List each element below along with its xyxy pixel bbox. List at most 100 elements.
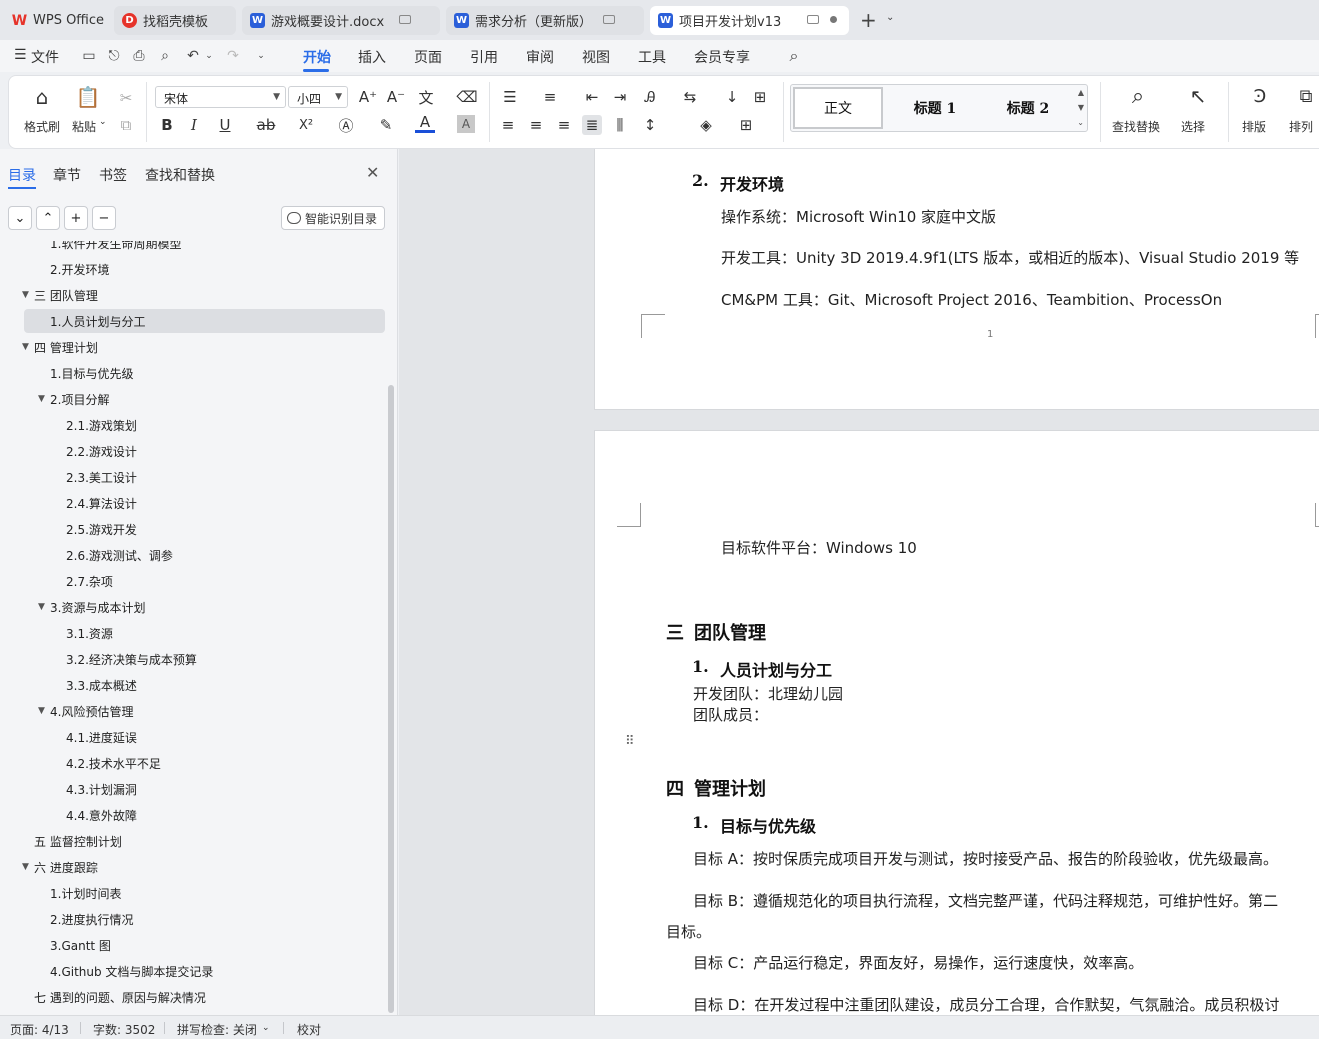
increase-font-size-icon[interactable]: A⁺: [358, 87, 378, 107]
page-indicator[interactable]: 页面: 4/13: [10, 1021, 69, 1038]
tab-toc[interactable]: 目录: [8, 165, 36, 185]
menu-reference[interactable]: 引用: [470, 47, 498, 67]
expand-toggle-icon[interactable]: ▼: [38, 394, 45, 404]
font-color-button[interactable]: A: [415, 113, 435, 133]
toc-item[interactable]: 3.3.成本概述: [24, 673, 385, 697]
expand-toggle-icon[interactable]: ▼: [22, 342, 29, 352]
tab-bookmarks[interactable]: 书签: [99, 165, 127, 185]
layout-label[interactable]: 排版: [1242, 118, 1266, 135]
body-text-cm-pm[interactable]: CM&PM 工具：Git、Microsoft Project 2016、Team…: [721, 289, 1222, 310]
style-heading-2[interactable]: 标题 2: [983, 85, 1073, 131]
sidebar-scrollbar[interactable]: [388, 385, 394, 1013]
body-text-tools[interactable]: 开发工具：Unity 3D 2019.4.9f1(LTS 版本，或相近的版本)、…: [721, 247, 1299, 268]
justify-icon[interactable]: ≣: [582, 115, 602, 135]
expand-toggle-icon[interactable]: ▼: [22, 862, 29, 872]
chevron-down-icon[interactable]: ⌄: [99, 117, 107, 127]
body-text-team[interactable]: 开发团队：北理幼儿园: [693, 683, 843, 704]
copy-icon[interactable]: ⧉: [116, 115, 136, 135]
align-left-icon[interactable]: ≡: [498, 115, 518, 135]
decrease-indent-icon[interactable]: ⇤: [582, 87, 602, 107]
toc-item[interactable]: 4.3.计划漏洞: [24, 777, 385, 801]
toc-item[interactable]: 2.5.游戏开发: [24, 517, 385, 541]
bold-button[interactable]: B: [157, 115, 177, 135]
expand-toggle-icon[interactable]: ▼: [22, 290, 29, 300]
undo-dropdown-icon[interactable]: ⌄: [200, 47, 218, 65]
remove-heading-button[interactable]: −: [92, 206, 116, 230]
body-text-members[interactable]: 团队成员：: [693, 704, 768, 725]
toc-item[interactable]: ▼ 六 进度跟踪: [22, 855, 385, 879]
toc-item[interactable]: 2.2.游戏设计: [24, 439, 385, 463]
toc-item[interactable]: 五 监督控制计划: [24, 829, 385, 853]
tab-requirements-analysis[interactable]: W 需求分析（更新版）: [446, 6, 644, 35]
tab-docer-templates[interactable]: D 找稻壳模板: [114, 6, 236, 35]
scroll-up-icon[interactable]: ▲: [1078, 88, 1084, 97]
body-text-goal-b[interactable]: 目标 B：遵循规范化的项目执行流程，文档完整严谨，代码注释规范，可维护性好。第二: [693, 890, 1278, 911]
body-text-target-platform[interactable]: 目标软件平台：Windows 10: [721, 537, 917, 558]
toc-item[interactable]: 1.目标与优先级: [24, 361, 385, 385]
scroll-down-icon[interactable]: ▼: [1078, 103, 1084, 112]
underline-button[interactable]: U: [215, 115, 235, 135]
proofread-button[interactable]: 校对: [297, 1021, 321, 1038]
menu-insert[interactable]: 插入: [358, 47, 386, 67]
print-icon[interactable]: ⎙: [130, 47, 148, 65]
tab-project-plan[interactable]: W 项目开发计划v13: [650, 6, 849, 35]
distribute-icon[interactable]: ⫼: [610, 115, 630, 135]
toc-item[interactable]: 2.进度执行情况: [24, 907, 385, 931]
style-heading-1[interactable]: 标题 1: [891, 85, 979, 131]
expand-toggle-icon[interactable]: ▼: [38, 706, 45, 716]
layout-icon[interactable]: Ꜿ: [1250, 86, 1270, 107]
toc-item[interactable]: 4.1.进度延误: [24, 725, 385, 749]
italic-button[interactable]: I: [184, 115, 204, 135]
find-replace-icon[interactable]: ⌕: [1128, 84, 1148, 109]
drag-handle-icon[interactable]: ⠿: [625, 734, 634, 749]
select-label[interactable]: 选择: [1181, 118, 1205, 135]
menu-tools[interactable]: 工具: [638, 47, 666, 67]
collapse-up-button[interactable]: ⌃: [36, 206, 60, 230]
format-painter-icon[interactable]: ⌂: [32, 85, 52, 109]
body-text-goal-a[interactable]: 目标 A：按时保质完成项目开发与测试，按时接受产品、报告的阶段验收，优先级最高。: [693, 848, 1278, 869]
new-tab-plus-icon[interactable]: +: [860, 10, 877, 30]
body-text-goal-b-cont[interactable]: 目标。: [666, 921, 711, 942]
paste-icon[interactable]: 📋: [76, 85, 101, 109]
toc-item[interactable]: ▼ 4.风险预估管理: [24, 699, 385, 723]
toc-item[interactable]: 4.4.意外故障: [24, 803, 385, 827]
menu-review[interactable]: 审阅: [526, 47, 554, 67]
text-effect-icon[interactable]: Ⓐ: [336, 115, 356, 135]
shading-icon[interactable]: ◈: [696, 115, 716, 135]
close-icon[interactable]: ✕: [366, 163, 379, 182]
tab-find-replace[interactable]: 查找和替换: [145, 165, 215, 185]
line-spacing-icon[interactable]: ↕: [640, 115, 660, 135]
phonetic-guide-icon[interactable]: 文: [416, 87, 436, 107]
expand-toggle-icon[interactable]: ▼: [38, 602, 45, 612]
toc-item[interactable]: 1.计划时间表: [24, 881, 385, 905]
spell-check-toggle[interactable]: 拼写检查: 关闭: [177, 1021, 257, 1038]
body-text-os[interactable]: 操作系统：Microsoft Win10 家庭中文版: [721, 206, 996, 227]
tab-chapters[interactable]: 章节: [53, 165, 81, 185]
share-icon[interactable]: ⎋: [105, 47, 123, 65]
numbered-list-icon[interactable]: ≡: [540, 87, 560, 107]
text-direction-icon[interactable]: Ꭿ: [640, 87, 660, 107]
expand-down-button[interactable]: ⌄: [8, 206, 32, 230]
toc-item[interactable]: 4.Github 文档与脚本提交记录: [24, 959, 385, 983]
superscript-button[interactable]: X²: [296, 115, 316, 135]
arrange-label[interactable]: 排列: [1289, 118, 1313, 135]
increase-indent-icon[interactable]: ⇥: [610, 87, 630, 107]
chinese-layout-icon[interactable]: ⇆: [680, 87, 700, 107]
toc-item[interactable]: ▼ 2.项目分解: [24, 387, 385, 411]
align-right-icon[interactable]: ≡: [554, 115, 574, 135]
highlight-icon[interactable]: ✎: [376, 115, 396, 135]
word-count[interactable]: 字数: 3502: [93, 1021, 155, 1038]
tab-wps-office[interactable]: W WPS Office: [4, 6, 107, 35]
unsaved-dot-icon[interactable]: [830, 16, 837, 23]
style-normal[interactable]: 正文: [793, 87, 883, 129]
font-name-select[interactable]: 宋体 ▼: [155, 86, 286, 108]
bullet-list-icon[interactable]: ☰: [500, 87, 520, 107]
show-marks-icon[interactable]: ⊞: [750, 87, 770, 107]
toc-item[interactable]: ▼ 三 团队管理: [22, 283, 385, 307]
tab-game-outline-design[interactable]: W 游戏概要设计.docx: [242, 6, 440, 35]
toc-item[interactable]: 2.1.游戏策划: [24, 413, 385, 437]
add-heading-button[interactable]: +: [64, 206, 88, 230]
sort-icon[interactable]: ↓: [722, 87, 742, 107]
char-shading-button[interactable]: A: [457, 115, 475, 133]
find-replace-label[interactable]: 查找替换: [1112, 118, 1160, 135]
